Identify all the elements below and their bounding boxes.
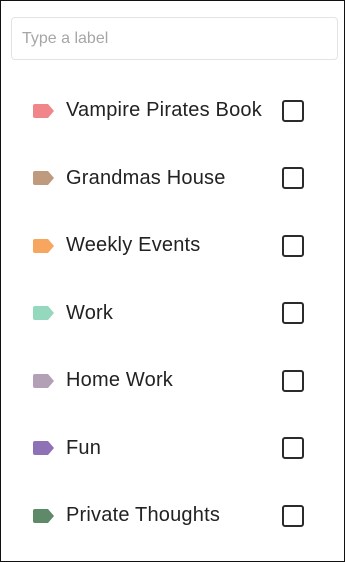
label-checkbox[interactable] <box>282 99 304 122</box>
tag-icon <box>33 508 54 523</box>
label-checkbox[interactable] <box>282 234 304 257</box>
label-row[interactable]: Fun <box>1 415 344 483</box>
label-list: Vampire Pirates Book Grandmas House Week… <box>1 77 344 550</box>
tag-icon <box>33 373 54 388</box>
tag-icon <box>33 171 54 186</box>
tag-icon <box>33 103 54 118</box>
tag-icon <box>33 441 54 456</box>
label-row[interactable]: Weekly Events <box>1 212 344 280</box>
tag-icon <box>33 238 54 253</box>
label-name: Work <box>66 301 114 324</box>
label-name: Home Work <box>66 369 174 392</box>
label-checkbox[interactable] <box>282 302 304 325</box>
label-row[interactable]: Grandmas House <box>1 145 344 213</box>
label-row[interactable]: Work <box>1 280 344 348</box>
label-checkbox[interactable] <box>282 504 304 527</box>
label-name: Grandmas House <box>66 166 226 189</box>
tag-icon <box>33 306 54 321</box>
label-name: Vampire Pirates Book <box>66 99 262 122</box>
label-checkbox[interactable] <box>282 437 304 460</box>
label-search-input[interactable] <box>11 17 338 60</box>
label-name: Weekly Events <box>66 234 201 257</box>
label-row[interactable]: Home Work <box>1 347 344 415</box>
label-row[interactable]: Private Thoughts <box>1 482 344 550</box>
label-checkbox[interactable] <box>282 167 304 190</box>
label-name: Private Thoughts <box>66 504 221 527</box>
label-row[interactable]: Vampire Pirates Book <box>1 77 344 145</box>
label-picker-panel: Vampire Pirates Book Grandmas House Week… <box>0 0 345 562</box>
label-checkbox[interactable] <box>282 369 304 392</box>
label-name: Fun <box>66 436 102 459</box>
